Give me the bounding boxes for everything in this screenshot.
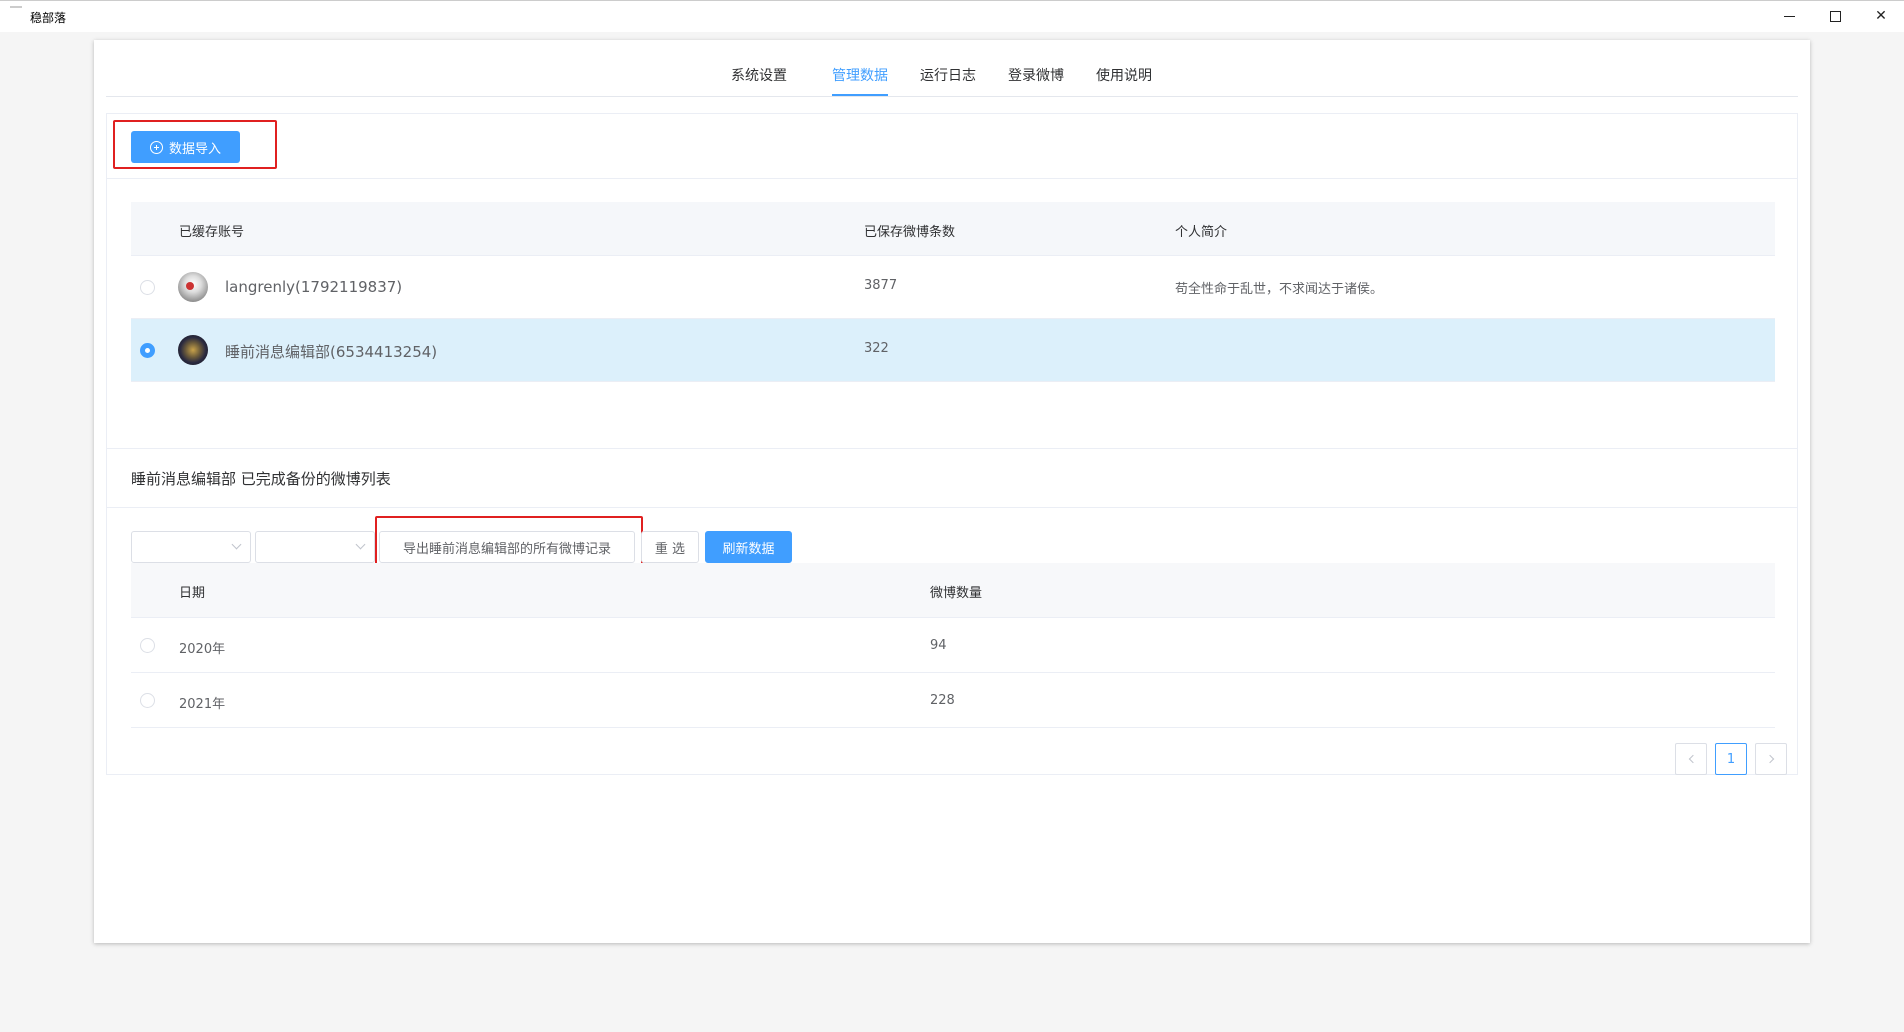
export-all-button[interactable]: 导出睡前消息编辑部的所有微博记录 (379, 531, 635, 563)
chevron-right-icon (1765, 754, 1774, 764)
tab-manage-data[interactable]: 管理数据 (832, 65, 888, 85)
col-header-bio: 个人简介 (1175, 225, 1228, 240)
account-name: 睡前消息编辑部(6534413254) (225, 343, 438, 361)
reset-button[interactable]: 重 选 (641, 531, 699, 563)
active-tab-indicator (832, 94, 888, 96)
year-radio[interactable] (140, 638, 155, 653)
refresh-data-button[interactable]: 刷新数据 (705, 531, 792, 563)
year-count: 228 (930, 693, 955, 708)
month-select[interactable] (255, 531, 375, 563)
section-divider (107, 448, 1797, 449)
year-row[interactable]: 2021年 228 (131, 673, 1775, 728)
tab-system-settings[interactable]: 系统设置 (731, 65, 787, 85)
import-data-label: 数据导入 (168, 141, 221, 157)
avatar (178, 335, 208, 365)
col-header-saved-count: 已保存微博条数 (864, 225, 956, 240)
tab-bar: 系统设置 管理数据 运行日志 登录微博 使用说明 (106, 40, 1798, 97)
col-header-account: 已缓存账号 (179, 225, 245, 240)
close-button[interactable]: ✕ (1858, 1, 1904, 31)
tab-login-weibo[interactable]: 登录微博 (1008, 65, 1064, 85)
maximize-icon (1829, 10, 1841, 22)
minimize-button[interactable] (1766, 1, 1812, 31)
chevron-down-icon (355, 539, 366, 550)
account-row[interactable]: 睡前消息编辑部(6534413254) 322 (131, 319, 1775, 382)
section-divider (107, 507, 1797, 508)
window-title: 稳部落 (30, 11, 67, 25)
chevron-down-icon (231, 539, 242, 550)
year-table: 日期 微博数量 2020年 94 2021年 228 (131, 563, 1775, 728)
next-page-button[interactable] (1755, 743, 1787, 775)
accounts-table-header: 已缓存账号 已保存微博条数 个人简介 (131, 202, 1775, 256)
data-card: 数据导入 已缓存账号 已保存微博条数 个人简介 langrenly(179211… (106, 113, 1798, 775)
prev-page-button[interactable] (1675, 743, 1707, 775)
backup-list-title: 睡前消息编辑部 已完成备份的微博列表 (131, 470, 391, 488)
account-radio[interactable] (140, 343, 155, 358)
window-titlebar: 稳部落 ✕ (0, 0, 1904, 32)
year-count: 94 (930, 638, 947, 653)
avatar (178, 272, 208, 302)
year-label: 2020年 (179, 642, 226, 657)
page-number[interactable]: 1 (1715, 743, 1747, 775)
col-header-date: 日期 (179, 586, 206, 601)
main-panel: 系统设置 管理数据 运行日志 登录微博 使用说明 数据导入 已缓存账号 已保存微… (94, 40, 1810, 943)
card-header: 数据导入 (107, 114, 1797, 179)
year-radio[interactable] (140, 693, 155, 708)
app-icon (10, 6, 22, 8)
tab-instructions[interactable]: 使用说明 (1096, 65, 1152, 85)
year-row[interactable]: 2020年 94 (131, 618, 1775, 673)
year-select[interactable] (131, 531, 251, 563)
close-icon: ✕ (1875, 8, 1887, 24)
accounts-table: 已缓存账号 已保存微博条数 个人简介 langrenly(1792119837)… (131, 202, 1775, 382)
col-header-weibo-count: 微博数量 (930, 586, 983, 601)
account-saved-count: 322 (864, 341, 889, 356)
chevron-left-icon (1688, 754, 1697, 764)
account-bio: 苟全性命于乱世，不求闻达于诸侯。 (1175, 282, 1384, 297)
account-row[interactable]: langrenly(1792119837) 3877 苟全性命于乱世，不求闻达于… (131, 256, 1775, 319)
year-table-header: 日期 微博数量 (131, 563, 1775, 618)
account-saved-count: 3877 (864, 278, 898, 293)
account-radio[interactable] (140, 280, 155, 295)
import-data-button[interactable]: 数据导入 (131, 131, 240, 163)
tab-run-log[interactable]: 运行日志 (920, 65, 976, 85)
maximize-button[interactable] (1812, 1, 1858, 31)
minimize-icon (1783, 15, 1795, 17)
plus-circle-icon (149, 140, 163, 154)
account-name: langrenly(1792119837) (225, 278, 403, 296)
year-label: 2021年 (179, 697, 226, 712)
